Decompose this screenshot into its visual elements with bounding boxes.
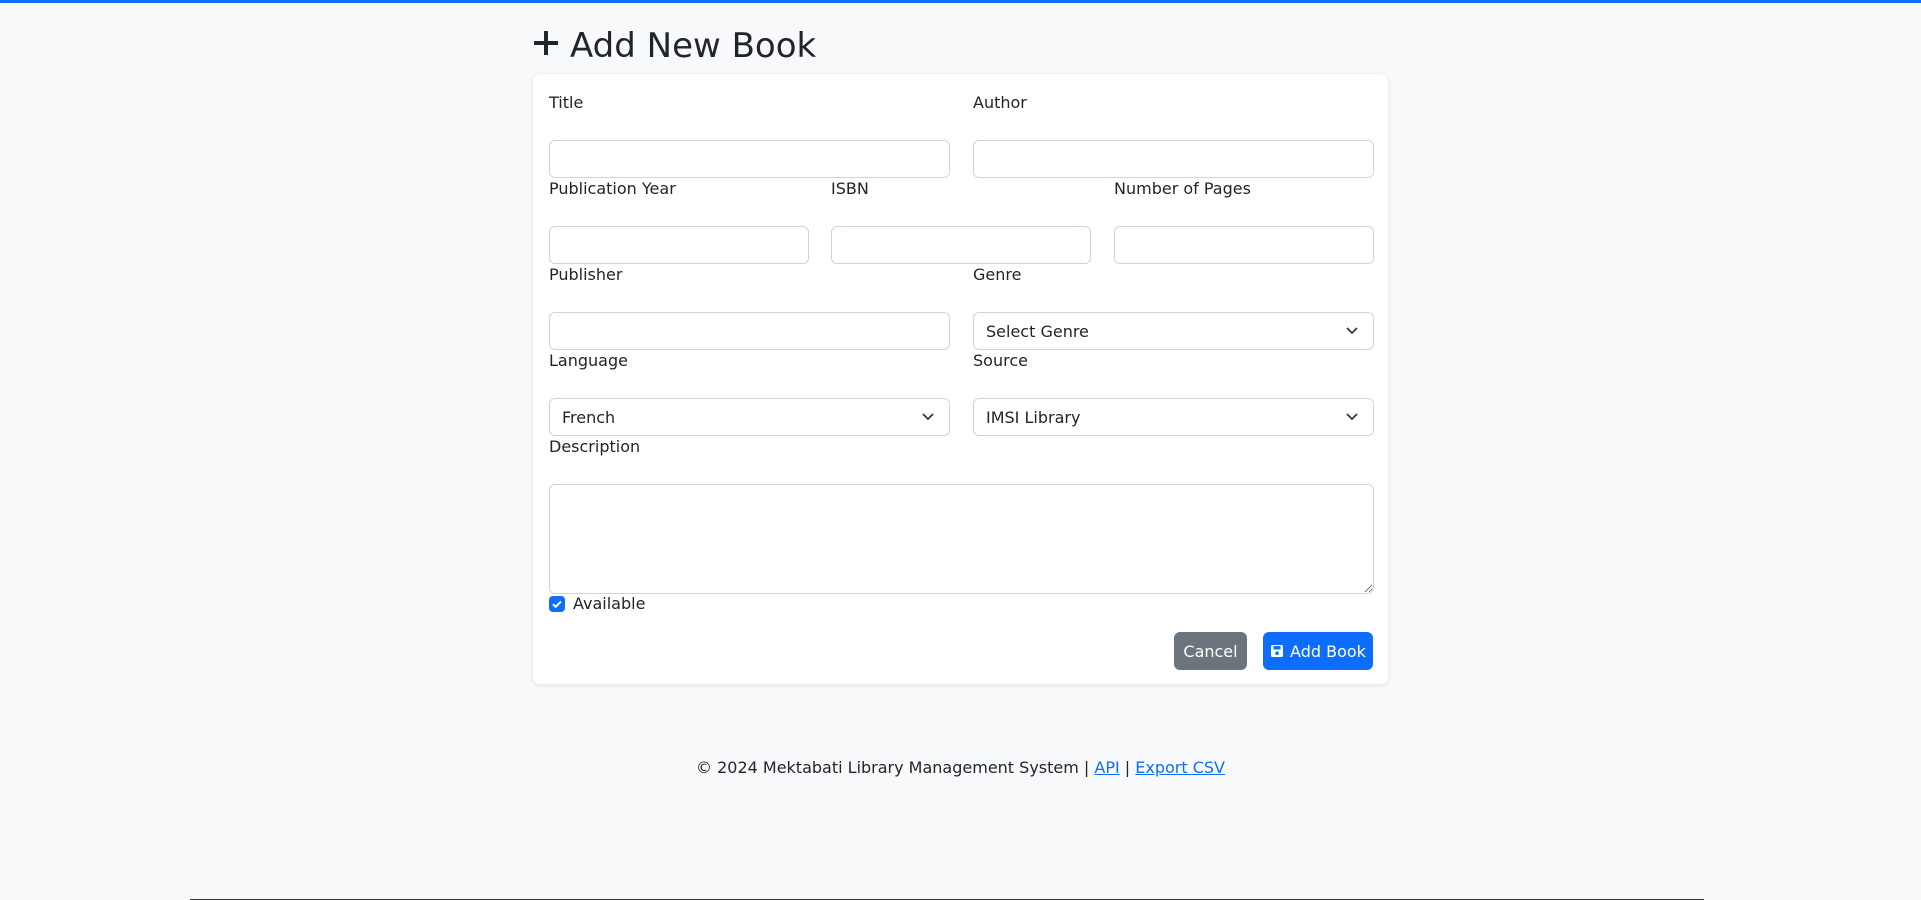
genre-select[interactable]: Select Genre	[973, 312, 1374, 350]
source-field-group: Source IMSI Library	[973, 350, 1374, 436]
available-label: Available	[573, 594, 646, 613]
number-of-pages-field-group: Number of Pages	[1114, 178, 1374, 264]
footer: © 2024 Mektabati Library Management Syst…	[0, 758, 1921, 777]
footer-separator: |	[1119, 758, 1136, 777]
description-label: Description	[549, 437, 641, 456]
footer-copyright: © 2024 Mektabati Library Management Syst…	[696, 758, 1095, 777]
language-selected-value: French	[562, 407, 616, 427]
checkmark-icon	[551, 598, 563, 610]
description-field-group: Description	[549, 436, 1374, 594]
publication-year-field-group: Publication Year	[549, 178, 809, 264]
isbn-label: ISBN	[831, 179, 869, 198]
available-checkbox-row: Available	[549, 594, 645, 613]
publication-year-label: Publication Year	[549, 179, 676, 198]
isbn-input[interactable]	[831, 226, 1091, 264]
number-of-pages-label: Number of Pages	[1114, 179, 1251, 198]
plus-icon	[532, 26, 560, 66]
isbn-field-group: ISBN	[831, 178, 1091, 264]
add-book-button-label: Add Book	[1290, 641, 1366, 661]
publisher-field-group: Publisher	[549, 264, 950, 350]
title-input[interactable]	[549, 140, 950, 178]
publisher-input[interactable]	[549, 312, 950, 350]
author-field-group: Author	[973, 92, 1374, 178]
cancel-button[interactable]: Cancel	[1174, 632, 1247, 670]
number-of-pages-input[interactable]	[1114, 226, 1374, 264]
title-label: Title	[549, 93, 584, 112]
language-label: Language	[549, 351, 628, 370]
source-select[interactable]: IMSI Library	[973, 398, 1374, 436]
source-selected-value: IMSI Library	[986, 407, 1081, 427]
publisher-label: Publisher	[549, 265, 623, 284]
add-book-button[interactable]: Add Book	[1263, 632, 1373, 670]
export-csv-link[interactable]: Export CSV	[1135, 758, 1225, 777]
genre-label: Genre	[973, 265, 1022, 284]
genre-selected-value: Select Genre	[986, 321, 1089, 341]
cancel-button-label: Cancel	[1183, 641, 1238, 661]
page-title: Add New Book	[532, 24, 816, 68]
top-accent-bar	[0, 0, 1921, 3]
available-checkbox[interactable]	[549, 595, 565, 612]
chevron-down-icon	[1345, 408, 1359, 427]
language-field-group: Language French	[549, 350, 950, 436]
title-field-group: Title	[549, 92, 950, 178]
publication-year-input[interactable]	[549, 226, 809, 264]
genre-field-group: Genre Select Genre	[973, 264, 1374, 350]
language-select[interactable]: French	[549, 398, 950, 436]
chevron-down-icon	[1345, 322, 1359, 341]
author-input[interactable]	[973, 140, 1374, 178]
description-textarea[interactable]	[549, 484, 1374, 594]
chevron-down-icon	[921, 408, 935, 427]
source-label: Source	[973, 351, 1028, 370]
save-icon	[1270, 644, 1284, 658]
api-link[interactable]: API	[1094, 758, 1119, 777]
author-label: Author	[973, 93, 1027, 112]
page-title-text: Add New Book	[570, 26, 817, 66]
add-book-form: Title Author Publication Year ISBN Numbe…	[532, 73, 1389, 685]
